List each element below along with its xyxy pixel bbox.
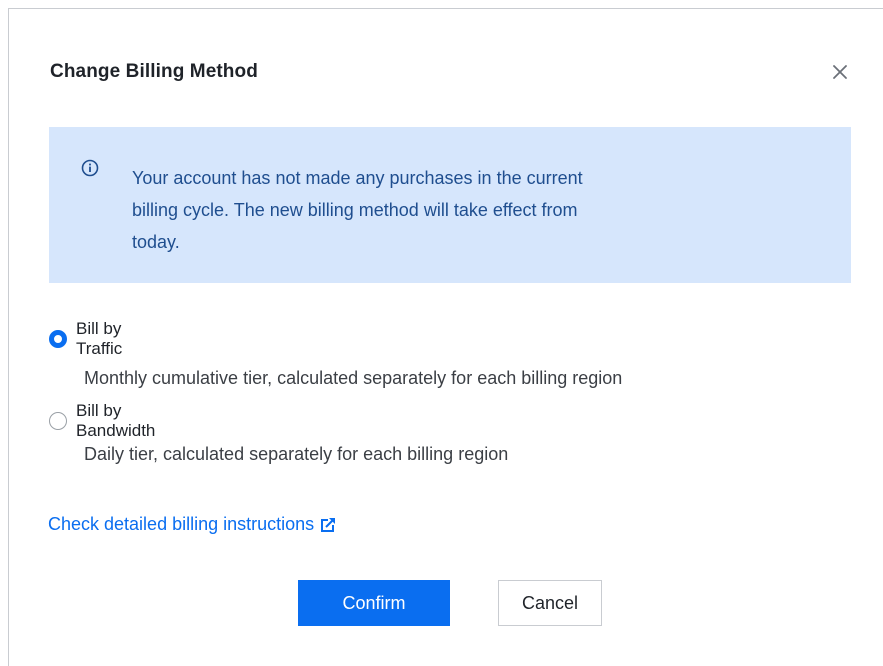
billing-method-dialog: Change Billing Method Your account has n… bbox=[8, 8, 883, 666]
link-label: Check detailed billing instructions bbox=[48, 514, 315, 534]
cancel-button[interactable]: Cancel bbox=[498, 580, 602, 626]
notice-text: Your account has not made any purchases … bbox=[132, 162, 772, 258]
close-icon bbox=[833, 65, 847, 79]
notice-line-3: today. bbox=[132, 232, 180, 252]
option-description-traffic: Monthly cumulative tier, calculated sepa… bbox=[84, 368, 623, 388]
billing-instructions-link[interactable]: Check detailed billing instructions bbox=[48, 514, 336, 535]
info-icon bbox=[81, 159, 99, 177]
radio-button-unchecked[interactable] bbox=[49, 412, 67, 430]
dialog-title: Change Billing Method bbox=[50, 61, 258, 82]
option-label-bandwidth: Bill by Bandwidth bbox=[76, 401, 156, 440]
notice-line-2: billing cycle. The new billing method wi… bbox=[132, 200, 578, 220]
radio-button-checked[interactable] bbox=[49, 330, 67, 348]
radio-option-traffic[interactable]: Bill by Traffic bbox=[49, 319, 122, 359]
radio-option-bandwidth[interactable]: Bill by Bandwidth bbox=[49, 401, 155, 441]
option-label-traffic: Bill by Traffic bbox=[76, 319, 123, 358]
external-link-icon bbox=[321, 517, 336, 532]
close-button[interactable] bbox=[827, 59, 853, 85]
confirm-button[interactable]: Confirm bbox=[298, 580, 450, 626]
info-notice: Your account has not made any purchases … bbox=[49, 127, 851, 283]
option-description-bandwidth: Daily tier, calculated separately for ea… bbox=[84, 444, 509, 464]
notice-line-1: Your account has not made any purchases … bbox=[132, 168, 583, 188]
